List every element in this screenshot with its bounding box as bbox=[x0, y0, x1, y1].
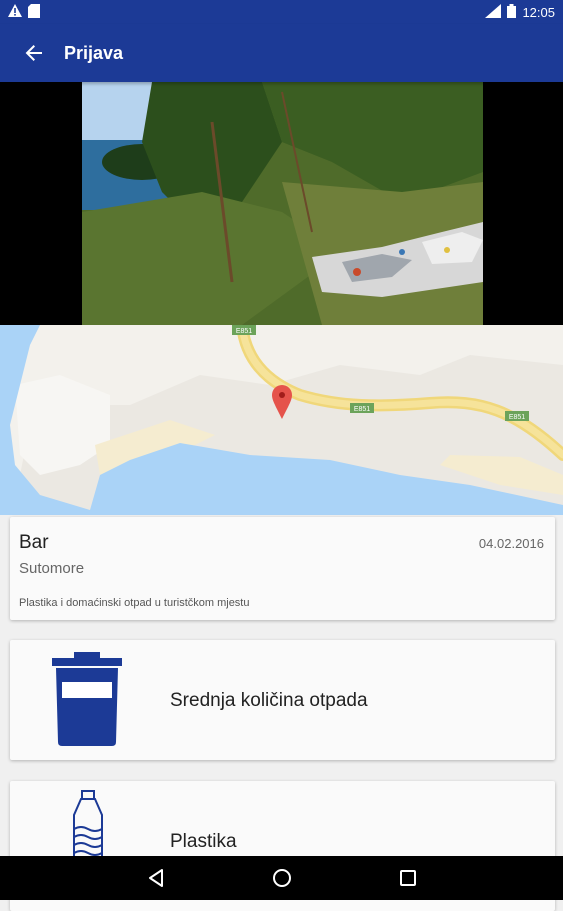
nav-home-icon[interactable] bbox=[267, 863, 297, 893]
road-label-3: E851 bbox=[505, 411, 529, 421]
trash-bin-icon bbox=[50, 652, 126, 748]
arrow-back-icon[interactable] bbox=[22, 41, 46, 65]
battery-icon bbox=[507, 3, 517, 21]
status-left bbox=[8, 3, 40, 21]
status-time: 12:05 bbox=[522, 4, 555, 20]
report-date: 04.02.2016 bbox=[478, 536, 544, 551]
waste-amount-label: Srednja količina otpada bbox=[170, 690, 368, 711]
report-info-card: Bar 04.02.2016 Sutomore Plastika i domać… bbox=[10, 517, 555, 620]
svg-text:E851: E851 bbox=[509, 414, 525, 421]
status-bar: 12:05 bbox=[0, 0, 563, 24]
report-photo[interactable] bbox=[82, 82, 483, 325]
photo-area bbox=[0, 82, 563, 325]
report-area: Sutomore bbox=[19, 560, 85, 577]
waste-amount-card[interactable]: Srednja količina otpada bbox=[10, 640, 555, 760]
svg-text:E851: E851 bbox=[354, 406, 370, 413]
nav-recents-icon[interactable] bbox=[393, 863, 423, 893]
status-right: 12:05 bbox=[485, 3, 555, 21]
road-label-2: E851 bbox=[350, 403, 374, 413]
sd-card-icon bbox=[28, 3, 40, 21]
map-view[interactable]: E851 E851 E851 bbox=[0, 325, 563, 515]
warning-icon bbox=[8, 4, 22, 20]
svg-text:E851: E851 bbox=[236, 328, 252, 335]
waste-type-label: Plastika bbox=[170, 831, 237, 852]
navigation-bar bbox=[0, 856, 563, 900]
report-city: Bar bbox=[19, 532, 49, 553]
road-label-1: E851 bbox=[232, 325, 256, 335]
nav-back-icon[interactable] bbox=[141, 863, 171, 893]
report-description: Plastika i domaćinski otpad u turistčkom… bbox=[19, 597, 250, 609]
signal-icon bbox=[485, 3, 502, 21]
app-bar: Prijava bbox=[0, 24, 563, 82]
page-title: Prijava bbox=[64, 42, 124, 63]
